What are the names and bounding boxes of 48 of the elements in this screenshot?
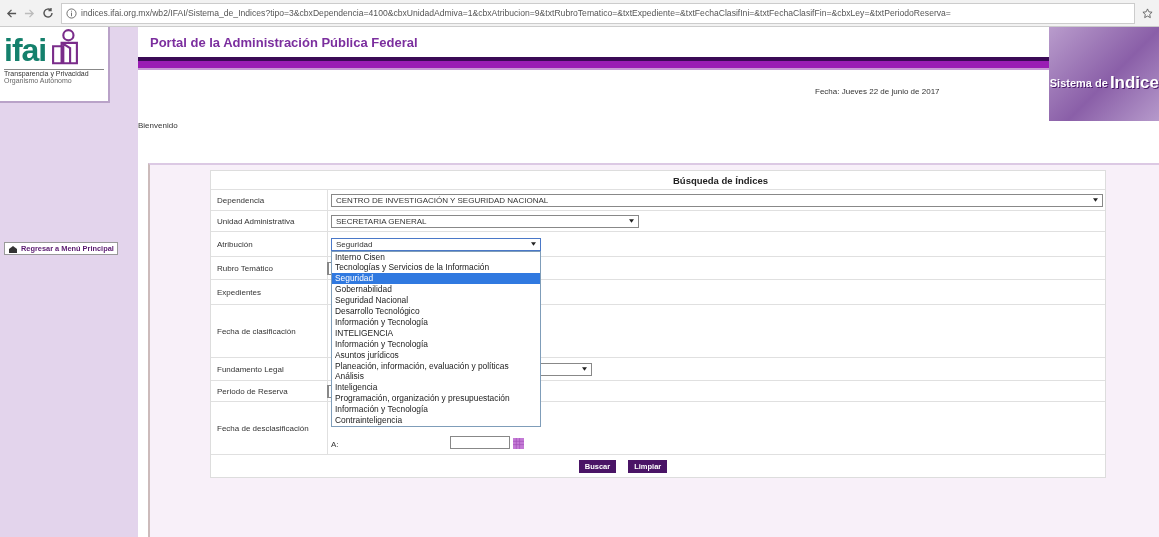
calendar-icon[interactable]	[512, 438, 524, 449]
dropdown-option[interactable]: Interno Cisen	[332, 251, 540, 263]
info-icon[interactable]	[66, 7, 77, 19]
reload-icon[interactable]	[42, 7, 54, 19]
to-label: A:	[331, 440, 339, 449]
dropdown-option[interactable]: Información y Tecnología	[332, 316, 540, 328]
field-label: Fecha de desclasificación	[217, 423, 309, 433]
address-bar[interactable]	[61, 2, 1135, 24]
dropdown-option[interactable]: Contrainteligencia	[332, 415, 540, 426]
banner-art: Sistema de Indice	[1049, 27, 1159, 121]
dropdown-option[interactable]: INTELIGENCIA	[332, 327, 540, 339]
star-icon[interactable]	[1142, 7, 1153, 19]
field-label: Atribución	[217, 239, 253, 249]
field-label: Fundamento Legal	[217, 364, 284, 374]
dropdown-option[interactable]: Información y Tecnología	[332, 338, 540, 350]
caret-icon	[582, 367, 587, 371]
back-icon[interactable]	[6, 7, 17, 19]
select-field[interactable]: CENTRO DE INVESTIGACIÓN Y SEGURIDAD NACIONAL	[331, 193, 1103, 207]
date-field[interactable]	[449, 436, 510, 449]
date-text: Fecha: Jueves 22 de junio de 2017	[815, 87, 941, 96]
field-label: Unidad Administrativa	[217, 216, 295, 226]
field-label: Expedientes	[217, 287, 262, 297]
logo-text: ifai	[4, 33, 47, 67]
caret-icon	[629, 219, 634, 223]
caret-icon	[1093, 198, 1098, 202]
dropdown-option[interactable]: Desarrollo Tecnológico	[332, 306, 540, 317]
welcome-text: Bienvenido	[138, 121, 179, 132]
field-label: Periodo de Reserva	[217, 386, 288, 396]
dropdown-option[interactable]: Programación, organización y presupuestación	[332, 393, 540, 405]
url-text: indices.ifai.org.mx/wb2/IFAI/Sistema_de_Indices?tipo=3&cbxDependencia=4100&cbxUnidadAdmiva=1&cbxAtribucion=9&txtRubroTematico=&txtExpediente=&txtFechaClasifIni=&txtFechaClasifFin=&cbxLey=&txtPeriodoReserva=	[81, 8, 951, 18]
dropdown-option[interactable]: Análisis	[332, 371, 540, 383]
dropdown-option[interactable]: Inteligencia	[332, 382, 540, 394]
dropdown-option[interactable]: Información y Tecnología	[332, 404, 540, 416]
dropdown-option[interactable]: Tecnologías y Servicios de la Información	[332, 262, 540, 274]
select-field[interactable]: SECRETARIA GENERAL	[331, 214, 639, 228]
dropdown-option[interactable]: Asuntos jurídicos	[332, 349, 540, 361]
home-icon	[8, 244, 18, 253]
dropdown-option[interactable]: Seguridad Nacional	[332, 295, 540, 307]
dropdown-option[interactable]: Planeación, información, evaluación y políticas	[332, 360, 540, 372]
select-field[interactable]: Seguridad	[331, 237, 541, 251]
dropdown-option[interactable]: Seguridad	[332, 273, 540, 285]
field-label: Rubro Temático	[217, 263, 273, 273]
portal-title: Portal de la Administración Pública Federal	[149, 34, 419, 52]
form-title: Búsqueda de Índices	[672, 174, 768, 186]
caret-icon	[531, 242, 536, 246]
field-label: Fecha de clasificación	[217, 326, 296, 336]
field-label: Dependencia	[217, 195, 265, 205]
dropdown-option[interactable]: Gobernabilidad	[332, 284, 540, 296]
